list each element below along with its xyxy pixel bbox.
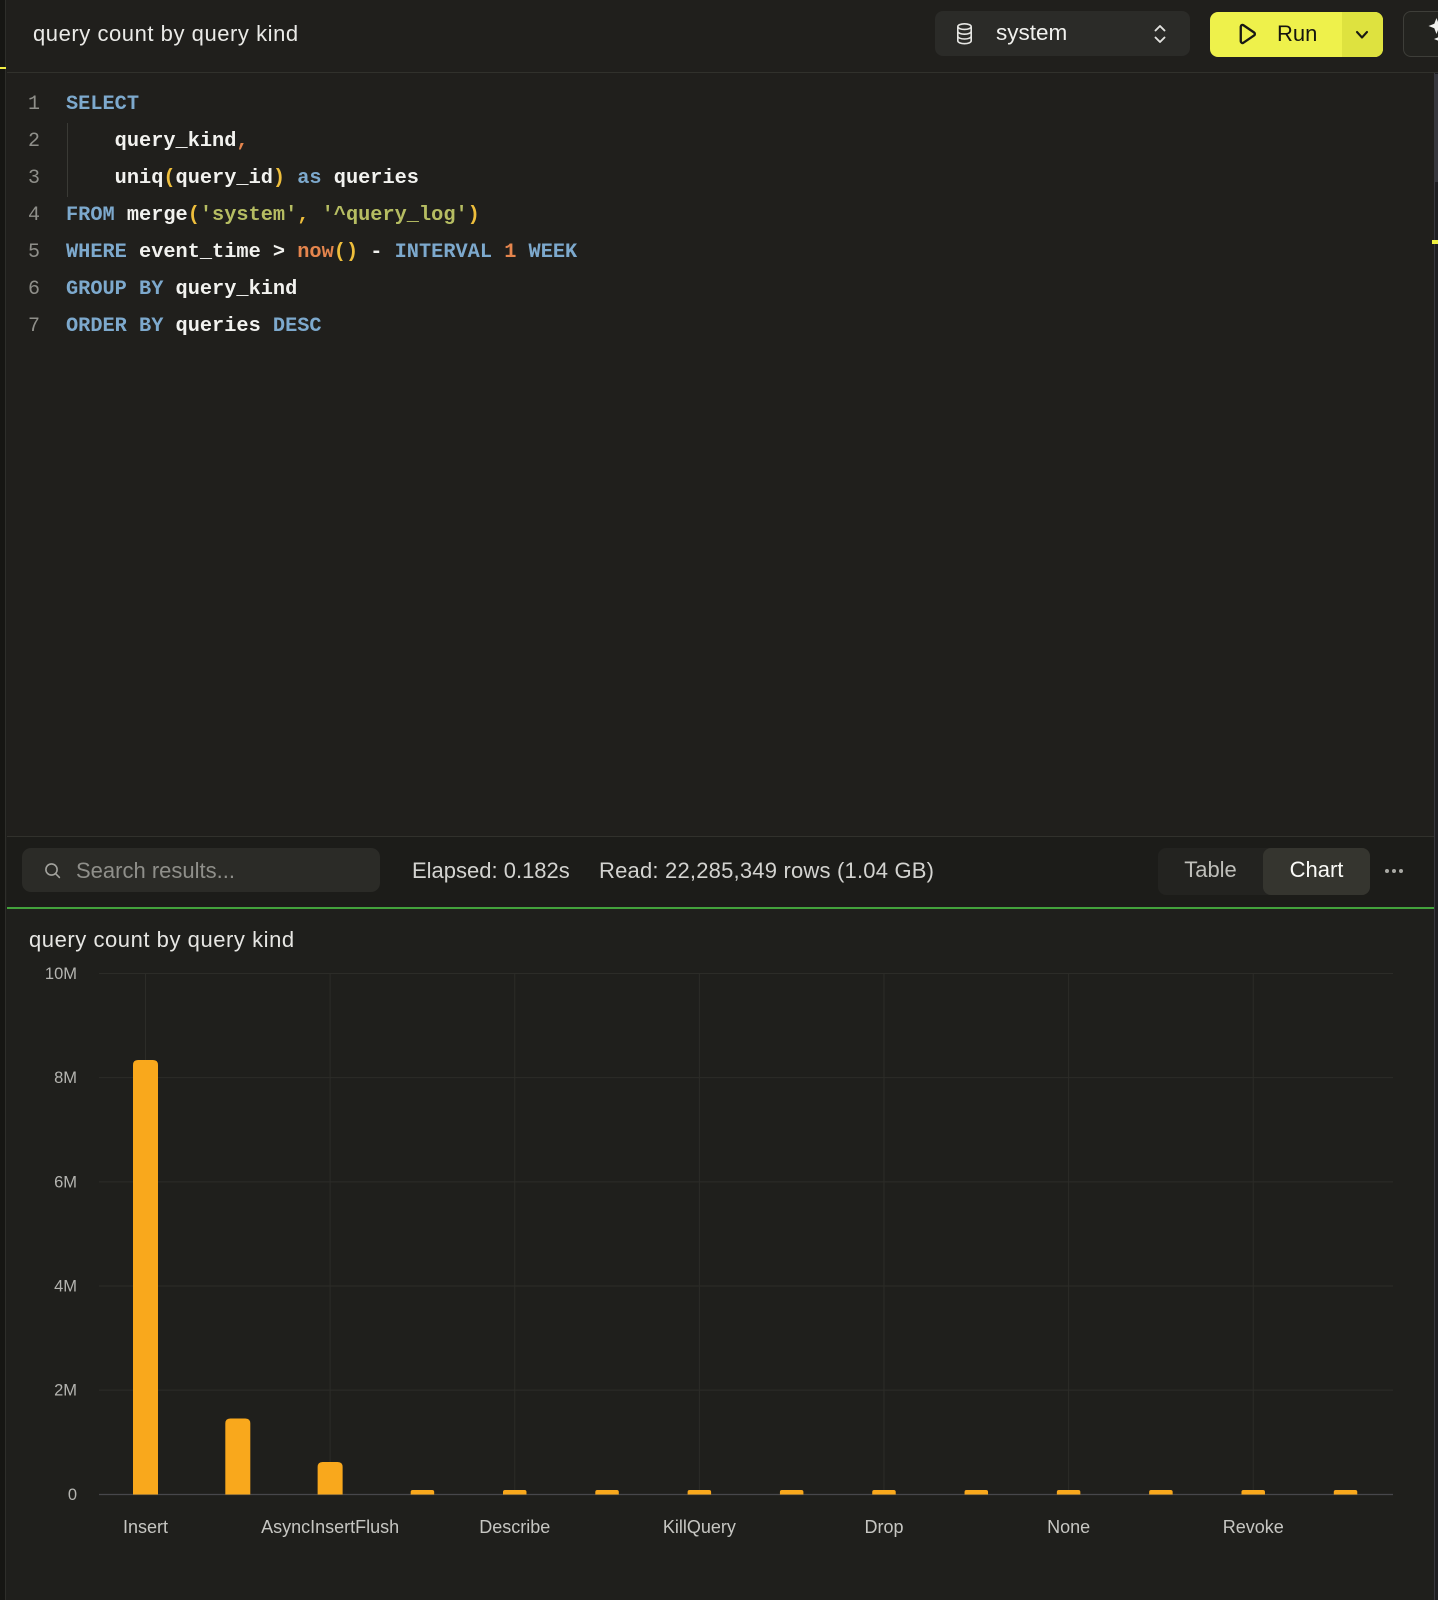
svg-text:4M: 4M	[54, 1278, 77, 1296]
svg-text:2M: 2M	[54, 1382, 77, 1400]
svg-text:Revoke: Revoke	[1223, 1517, 1284, 1537]
svg-text:Describe: Describe	[479, 1517, 550, 1537]
svg-text:8M: 8M	[54, 1069, 77, 1087]
svg-text:10M: 10M	[45, 965, 77, 983]
svg-text:Drop: Drop	[864, 1517, 903, 1537]
svg-text:Insert: Insert	[123, 1517, 168, 1537]
svg-text:None: None	[1047, 1517, 1090, 1537]
svg-text:6M: 6M	[54, 1173, 77, 1191]
svg-text:KillQuery: KillQuery	[663, 1517, 736, 1537]
svg-text:0: 0	[68, 1486, 77, 1504]
svg-text:AsyncInsertFlush: AsyncInsertFlush	[261, 1517, 399, 1537]
